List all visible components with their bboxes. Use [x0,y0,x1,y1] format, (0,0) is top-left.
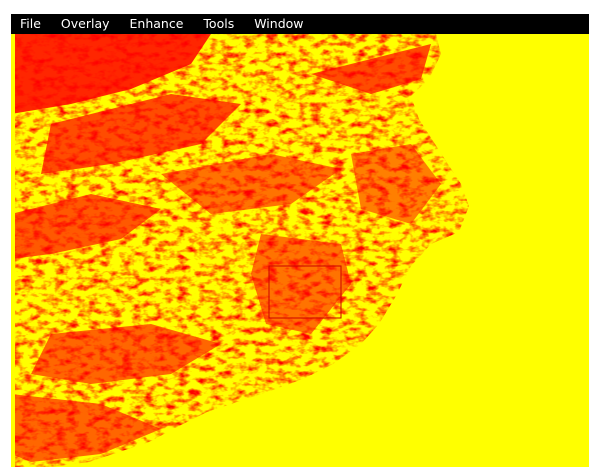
menu-file[interactable]: File [20,14,41,34]
menu-enhance[interactable]: Enhance [130,14,184,34]
image-viewport[interactable] [11,34,589,467]
menu-window[interactable]: Window [254,14,303,34]
app-window: File Overlay Enhance Tools Window [0,0,589,467]
classified-raster-image [11,34,589,467]
window-top-border [0,0,589,14]
menu-tools[interactable]: Tools [203,14,234,34]
menu-overlay[interactable]: Overlay [61,14,110,34]
window-left-border [0,0,11,467]
menu-bar: File Overlay Enhance Tools Window [11,14,589,34]
